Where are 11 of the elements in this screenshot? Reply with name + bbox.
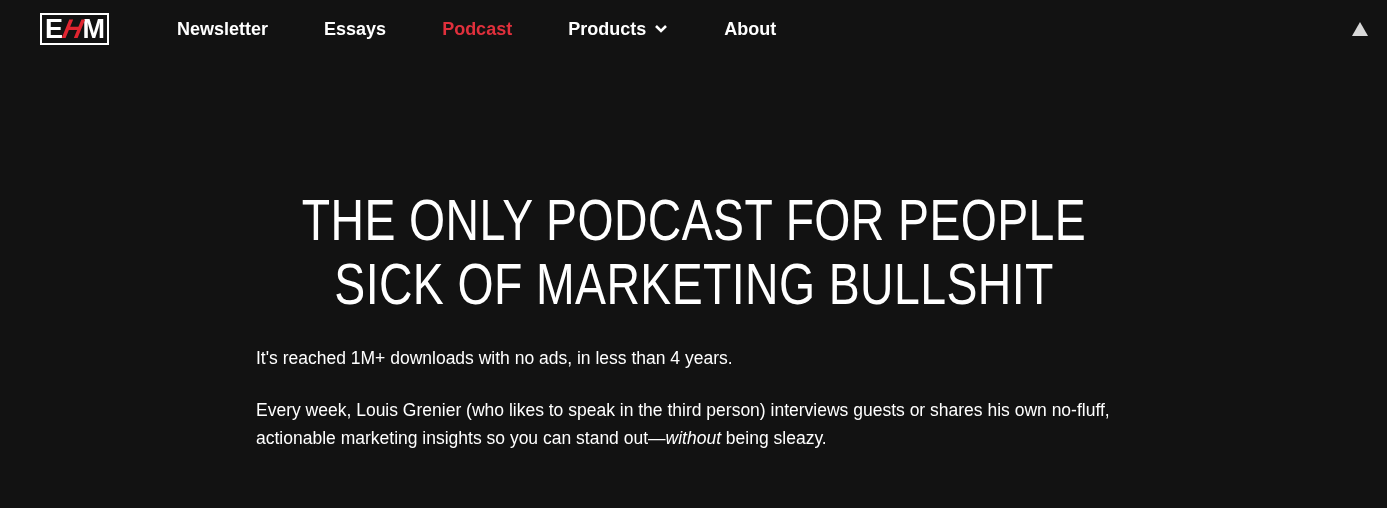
triangle-icon[interactable] [1351, 21, 1369, 37]
nav-dropdown[interactable]: Products [568, 18, 669, 40]
logo[interactable]: EHM [40, 13, 109, 45]
nav-link[interactable]: About [724, 18, 777, 40]
chevron-down-icon [654, 24, 669, 34]
nav-link[interactable]: Essays [324, 18, 387, 40]
hero-paragraph: Every week, Louis Grenier (who likes to speak in the third person) interviews guests or shares his own no-fluff, actionable marketing insights so you can stand out—without being sleazy. [256, 399, 1111, 450]
nav-link[interactable]: Podcast [442, 18, 513, 40]
hero-paragraph: It's reached 1M+ downloads with no ads, in less than 4 years. [256, 347, 734, 370]
hero-title: THE ONLY PODCAST FOR PEOPLE SICK OF MARKETING BULLSHIT [300, 188, 1087, 316]
nav-link[interactable]: Newsletter [177, 18, 269, 40]
